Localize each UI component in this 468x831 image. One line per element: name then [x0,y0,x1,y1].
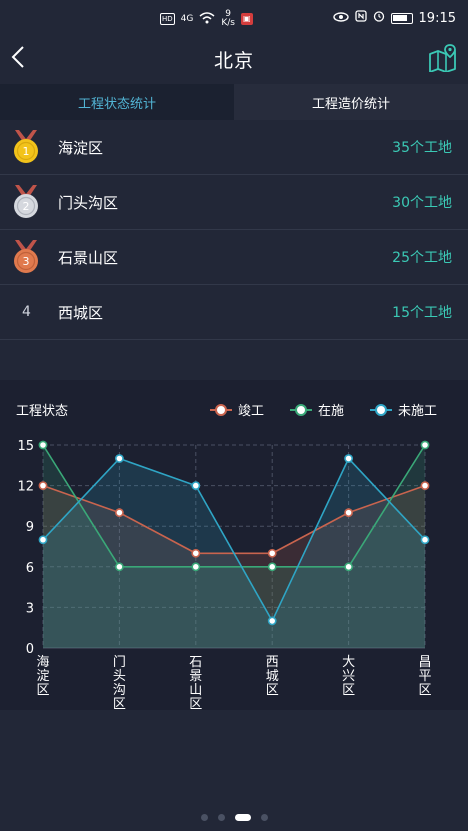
x-tick-label: 大兴区 [342,655,355,698]
bronze-medal-icon: 3 [14,240,38,273]
district-name: 西城区 [58,303,104,322]
page-dot[interactable] [234,814,251,821]
gold-medal-icon: 1 [14,130,38,163]
data-point[interactable] [420,440,430,450]
site-count: 25个工地 [392,250,452,266]
project-status-chart: 0 3 6 9 12 15 海淀区 门头沟区 石景山区 西城区 大兴区 昌平区 [17,439,431,710]
nfc-icon [354,10,367,26]
page-dot[interactable] [260,814,268,821]
eye-icon [332,11,349,26]
data-point[interactable] [344,508,353,518]
speed-unit: K/s [221,18,235,28]
app-notification-icon: ▣ [240,13,253,25]
list-item[interactable]: 1 海淀区 35个工地 [0,120,468,175]
app-header: 北京 [0,40,468,80]
y-tick-label: 12 [17,480,34,495]
y-tick-label: 15 [17,439,34,454]
hd-badge: HD [160,13,175,25]
wifi-icon [199,11,215,27]
tab-bar: 工程状态统计 工程造价统计 [0,84,468,120]
y-tick-label: 3 [26,601,34,616]
data-point[interactable] [344,454,353,463]
rank-number: 4 [22,304,31,320]
status-left: HD 4G 9 K/s ▣ [160,10,253,28]
list-item[interactable]: 4 西城区 15个工地 [0,285,468,340]
site-count: 15个工地 [392,305,452,321]
clock: 19:15 [418,10,456,26]
district-name: 石景山区 [58,248,119,267]
signal-text: 4G [180,14,194,24]
page-indicator [0,814,468,821]
district-name: 海淀区 [58,138,104,157]
data-point[interactable] [115,454,124,463]
site-count: 30个工地 [392,195,452,211]
medal-number: 1 [23,145,30,158]
medal-number: 3 [23,255,30,268]
data-point[interactable] [420,535,430,545]
y-tick-label: 9 [26,520,34,535]
data-point[interactable] [344,562,353,572]
page-title: 北京 [213,50,254,72]
map-button[interactable] [428,44,458,73]
page-dot[interactable] [217,814,225,821]
site-count: 35个工地 [392,140,452,156]
x-tick-label: 门头沟区 [113,655,126,710]
x-tick-label: 西城区 [266,655,279,698]
y-tick-label: 6 [26,561,34,576]
medal-number: 2 [23,200,30,213]
district-name: 门头沟区 [58,193,119,212]
data-point[interactable] [191,548,201,558]
district-ranking-list: 1 海淀区 35个工地 2 门头沟区 30个工地 3 石景山区 25个工地 4 … [0,120,468,340]
data-point[interactable] [191,481,201,490]
data-point[interactable] [38,535,48,545]
list-item[interactable]: 3 石景山区 25个工地 [0,230,468,285]
data-point[interactable] [420,481,430,490]
x-tick-label: 石景山区 [189,655,202,710]
data-point[interactable] [191,562,201,572]
data-point[interactable] [267,562,277,572]
battery-icon [390,12,413,24]
x-tick-label: 海淀区 [36,655,49,698]
map-pin-icon [429,44,456,73]
tab-project-status[interactable]: 工程状态统计 [0,84,234,120]
data-point[interactable] [115,562,124,572]
data-point[interactable] [267,616,277,626]
status-right: 19:15 [332,10,456,26]
x-tick-label: 昌平区 [418,655,431,698]
alarm-icon [373,10,385,26]
data-point[interactable] [115,508,124,518]
tab-project-cost[interactable]: 工程造价统计 [234,84,468,120]
list-item[interactable]: 2 门头沟区 30个工地 [0,175,468,230]
y-tick-label: 0 [26,642,34,657]
silver-medal-icon: 2 [14,185,38,218]
data-point[interactable] [38,481,48,490]
data-point[interactable] [267,548,277,558]
page-dot[interactable] [200,814,208,821]
data-point[interactable] [38,440,48,450]
status-bar: HD 4G 9 K/s ▣ 19:15 [0,0,468,38]
